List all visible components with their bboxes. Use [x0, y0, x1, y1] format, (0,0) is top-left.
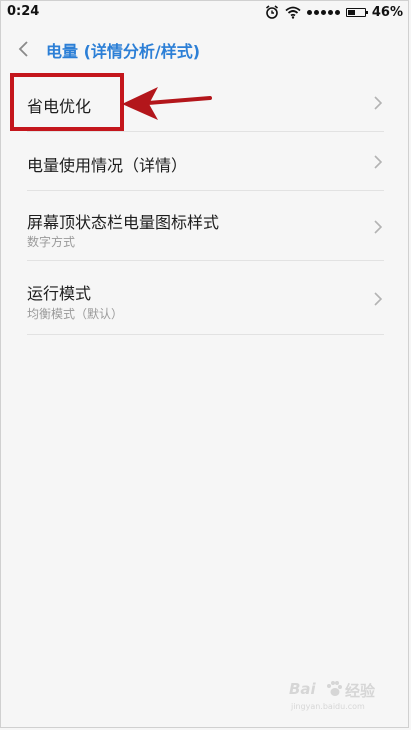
- annotation-arrow-icon: [122, 87, 212, 120]
- settings-item-battery-usage[interactable]: 电量使用情况（详情）: [27, 132, 384, 191]
- settings-item-battery-icon-style[interactable]: 屏幕顶状态栏电量图标样式 数字方式: [27, 191, 384, 261]
- settings-item-run-mode[interactable]: 运行模式 均衡模式（默认）: [27, 261, 384, 335]
- alarm-icon: [265, 5, 278, 19]
- chevron-right-icon: [374, 96, 383, 110]
- item-title: 运行模式: [27, 284, 92, 303]
- battery-percent: 46%: [371, 4, 403, 20]
- chevron-right-icon: [374, 220, 383, 234]
- item-title: 电量使用情况（详情）: [27, 156, 188, 175]
- paw-icon: [327, 681, 342, 696]
- signal-icon: [306, 9, 340, 15]
- watermark-brand: Bai: [289, 680, 316, 698]
- item-title: 屏幕顶状态栏电量图标样式: [27, 213, 220, 232]
- chevron-right-icon: [374, 292, 383, 306]
- wifi-icon: [285, 6, 301, 19]
- status-time: 0:24: [7, 4, 40, 19]
- back-icon[interactable]: [14, 36, 36, 62]
- watermark-url: jingyan.baidu.com: [291, 702, 365, 711]
- watermark: Bai 经验 jingyan.baidu.com: [289, 678, 385, 718]
- annotation-highlight-box: [10, 73, 124, 131]
- status-icons: 46%: [265, 3, 403, 21]
- page-title: 电量 (详情分析/样式): [46, 42, 201, 61]
- battery-icon: [345, 7, 368, 17]
- watermark-brand2: 经验: [345, 682, 376, 700]
- item-subtitle: 数字方式: [27, 235, 76, 249]
- header: 电量 (详情分析/样式): [0, 28, 411, 70]
- chevron-right-icon: [374, 155, 383, 169]
- status-bar: 0:24 46%: [0, 0, 411, 24]
- item-subtitle: 均衡模式（默认）: [27, 307, 124, 321]
